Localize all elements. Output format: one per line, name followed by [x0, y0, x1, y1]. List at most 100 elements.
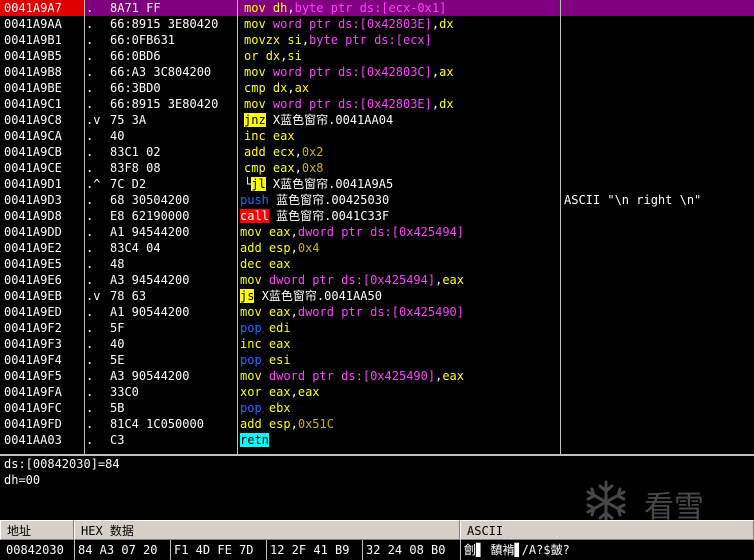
disasm-row[interactable]: 0041A9F2. 5F pop edi	[0, 320, 754, 336]
disasm-address: 0041A9ED	[4, 305, 62, 319]
disasm-jump-marker: .	[86, 17, 94, 31]
disasm-row[interactable]: 0041A9B1. 66:0FB631 movzx si,byte ptr ds:[…	[0, 32, 754, 48]
disasm-address: 0041AA03	[4, 433, 62, 447]
dump-row[interactable]: 00842030 84 A3 07 20 F1 4D FE 7D 12 2F 4…	[0, 540, 754, 560]
disasm-row[interactable]: 0041A9B5. 66:0BD6 or dx,si	[0, 48, 754, 64]
operand-text: ,	[287, 1, 295, 15]
mnemonic: mov	[240, 225, 262, 239]
disasm-hex-bytes: 8A71 FF	[110, 1, 161, 15]
mnemonic: inc	[240, 337, 262, 351]
disasm-hex-bytes: 78 63	[110, 289, 147, 303]
disasm-row[interactable]: 0041A9DD. A1 94544200 mov eax,dword ptr ds…	[0, 224, 754, 240]
register-operand: ax	[294, 81, 310, 95]
mnemonic: mov	[244, 65, 266, 79]
disasm-comment: ASCII "\n right \n"	[564, 193, 702, 207]
disasm-jump-marker: .	[86, 193, 94, 207]
disasm-address: 0041A9B1	[4, 33, 62, 47]
register-operand: dx	[272, 81, 288, 95]
disasm-jump-marker: .	[86, 65, 94, 79]
disasm-row[interactable]: 0041A9D3. 68 30504200 push 蓝色窗帘.00425030 AS…	[0, 192, 754, 208]
dump-col-address[interactable]: 地址	[0, 520, 74, 540]
disasm-row[interactable]: 0041A9E6. A3 94544200 mov dword ptr ds:[0x…	[0, 272, 754, 288]
disasm-jump-marker: .	[86, 129, 94, 143]
disasm-row[interactable]: 0041A9D8. E8 62190000 call 蓝色窗帘.0041C33F	[0, 208, 754, 224]
operand-space	[266, 113, 273, 127]
disasm-jump-marker: .	[86, 161, 94, 175]
mnemonic: mov	[240, 369, 262, 383]
disasm-jump-marker: .	[86, 273, 94, 287]
disasm-row[interactable]: 0041A9F3. 40 inc eax	[0, 336, 754, 352]
mnemonic: dec	[240, 257, 262, 271]
disasm-hex-bytes: C3	[110, 433, 125, 447]
mnemonic: inc	[244, 129, 266, 143]
disasm-address: 0041A9BE	[4, 81, 62, 95]
disasm-row[interactable]: 0041A9AA. 66:8915 3E80420 mov word ptr ds:…	[0, 16, 754, 32]
register-operand: esp	[268, 417, 291, 431]
dump-col-ascii[interactable]: ASCII	[460, 520, 754, 540]
disasm-instruction: add esp,0x4	[240, 240, 558, 256]
operand-space	[266, 1, 273, 15]
disasm-row[interactable]: 0041A9B8. 66:A3 3C804200 mov word ptr ds:[…	[0, 64, 754, 80]
call-mnemonic: call	[240, 209, 269, 223]
register-operand: edi	[268, 321, 291, 335]
disasm-row[interactable]: 0041A9CE. 83F8 08 cmp eax,0x8	[0, 160, 754, 176]
disasm-row[interactable]: 0041A9A7. 8A71 FF mov dh,byte ptr ds:[ecx-…	[0, 0, 754, 16]
disasm-instruction: mov word ptr ds:[0x42803E],dx	[244, 96, 562, 112]
mnemonic: or	[244, 49, 259, 63]
disasm-hex-bytes: 83C4 04	[110, 241, 161, 255]
disasm-row[interactable]: 0041A9C8 .v 75 3A jnz X蓝色窗帘.0041AA04	[0, 112, 754, 128]
operand-text: X蓝色窗帘.0041A9A5	[272, 177, 394, 191]
disasm-row[interactable]: 0041A9BE. 66:3BD0 cmp dx,ax	[0, 80, 754, 96]
disasm-row[interactable]: 0041A9F5. A3 90544200 mov dword ptr ds:[0x…	[0, 368, 754, 384]
jump-mnemonic: jl	[251, 177, 266, 191]
dump-divider	[170, 540, 171, 560]
disasm-row[interactable]: 0041A9C1. 66:8915 3E80420 mov word ptr ds:…	[0, 96, 754, 112]
disasm-hex-bytes: A1 90544200	[110, 305, 190, 319]
disasm-instruction: or dx,si	[244, 48, 562, 64]
info-line-operand: ds:[00842030]=84	[4, 457, 120, 471]
dump-divider	[362, 540, 363, 560]
disasm-row[interactable]: 0041A9E2. 83C4 04 add esp,0x4	[0, 240, 754, 256]
disasm-row[interactable]: 0041AA03. C3 retn	[0, 432, 754, 448]
dump-row-address: 00842030	[6, 543, 64, 557]
disasm-jump-marker: .	[86, 369, 94, 383]
disasm-jump-marker: .	[86, 257, 94, 271]
disasm-instruction: xor eax,eax	[240, 384, 558, 400]
immediate-operand: 0x51C	[297, 417, 334, 431]
operand-text: ,	[290, 241, 298, 255]
disasm-row[interactable]: 0041A9CB. 83C1 02 add ecx,0x2	[0, 144, 754, 160]
disasm-hex-bytes: 40	[110, 129, 125, 143]
mnemonic: mov	[244, 97, 266, 111]
disasm-row[interactable]: 0041A9F4. 5E pop esi	[0, 352, 754, 368]
disasm-row[interactable]: 0041A9E5. 48 dec eax	[0, 256, 754, 272]
disasm-instruction: mov dh,byte ptr ds:[ecx-0x1]	[244, 0, 562, 16]
dump-row-ascii: 劊▋ 馩褃▋/A?$皼?	[464, 543, 570, 557]
register-operand: eax	[268, 385, 291, 399]
disasm-row[interactable]: 0041A9FD. 81C4 1C050000 add esp,0x51C	[0, 416, 754, 432]
disasm-row[interactable]: 0041A9FA. 33C0 xor eax,eax	[0, 384, 754, 400]
disasm-address: 0041A9D8	[4, 209, 62, 223]
disasm-jump-marker: .	[86, 353, 94, 367]
disasm-instruction: pop edi	[240, 320, 558, 336]
register-operand: ax	[439, 65, 454, 79]
disasm-row[interactable]: 0041A9CA. 40 inc eax	[0, 128, 754, 144]
disasm-hex-bytes: A1 94544200	[110, 225, 190, 239]
disasm-instruction: mov dword ptr ds:[0x425490],eax	[240, 368, 558, 384]
register-operand: eax	[297, 385, 320, 399]
disasm-instruction: dec eax	[240, 256, 558, 272]
disasm-jump-marker: .	[86, 433, 94, 447]
disasm-instruction: cmp eax,0x8	[244, 160, 562, 176]
operand-space	[254, 289, 261, 303]
memory-operand: dword ptr ds:[0x425494]	[297, 225, 465, 239]
disasm-address: 0041A9E6	[4, 273, 62, 287]
return-mnemonic: retn	[240, 433, 269, 447]
disasm-hex-bytes: E8 62190000	[110, 209, 190, 223]
disasm-jump-marker: .	[86, 225, 94, 239]
disasm-row[interactable]: 0041A9D1 .^ 7C D2 └jl X蓝色窗帘.0041A9A5	[0, 176, 754, 192]
disasm-row[interactable]: 0041A9ED. A1 90544200 mov eax,dword ptr ds…	[0, 304, 754, 320]
disassembly-pane[interactable]: 0041A9A7. 8A71 FF mov dh,byte ptr ds:[ecx-…	[0, 0, 754, 454]
dump-col-hex[interactable]: HEX 数据	[74, 520, 460, 540]
disasm-row[interactable]: 0041A9FC. 5B pop ebx	[0, 400, 754, 416]
disasm-jump-marker: .v	[86, 113, 101, 127]
disasm-row[interactable]: 0041A9EB .v 78 63 js X蓝色窗帘.0041AA50	[0, 288, 754, 304]
